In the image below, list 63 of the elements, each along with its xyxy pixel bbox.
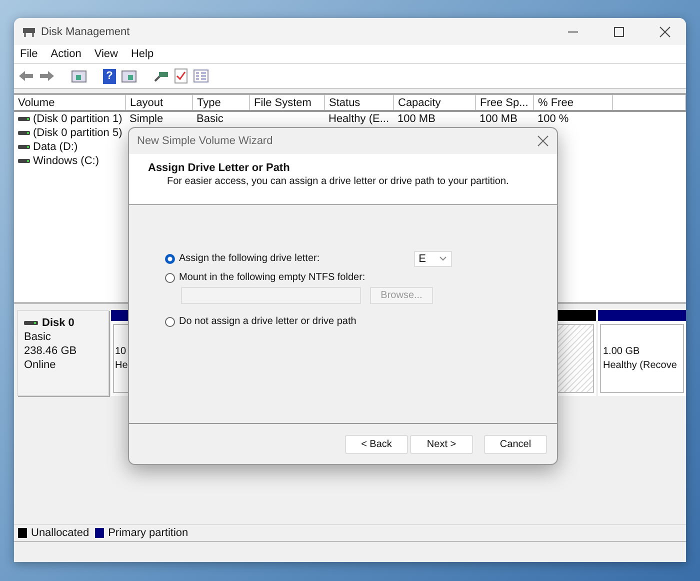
- menu-item[interactable]: Action: [50, 48, 82, 60]
- drive-connector-icon[interactable]: [153, 69, 169, 83]
- partition-block[interactable]: 1.00 GB Healthy (Recove: [598, 310, 686, 396]
- column-header[interactable]: Status: [324, 95, 394, 111]
- volume-name: (Disk 0 partition 1): [33, 112, 122, 124]
- dialog-subheading: For easier access, you can assign a drive letter or drive path to your partition.: [166, 176, 510, 187]
- help-icon[interactable]: ?: [103, 68, 116, 84]
- table-cell: 100 MB: [398, 113, 436, 125]
- table-cell: Simple: [130, 113, 164, 125]
- disk-type: Basic: [24, 330, 52, 344]
- dialog-title: New Simple Volume Wizard: [137, 135, 273, 147]
- close-icon[interactable]: [658, 26, 672, 38]
- drive-icon: [18, 114, 30, 122]
- column-header[interactable]: Type: [192, 95, 250, 111]
- menu-item[interactable]: Help: [130, 48, 154, 60]
- window-title: Disk Management: [41, 26, 130, 38]
- partition-text: Healthy (Recove: [603, 359, 678, 373]
- panel-icon[interactable]: [121, 69, 137, 83]
- legend-label: Unallocated: [31, 527, 90, 539]
- partition-text: 10: [115, 345, 128, 359]
- column-header[interactable]: Volume: [14, 95, 126, 111]
- column-header[interactable]: Capacity: [394, 95, 476, 111]
- option-label[interactable]: Assign the following drive letter:: [179, 253, 320, 264]
- drive-icon: [18, 128, 30, 136]
- dialog-heading: Assign Drive Letter or Path: [148, 162, 291, 174]
- forward-arrow-icon[interactable]: [39, 70, 55, 82]
- disk-size: 238.46 GB: [24, 344, 78, 358]
- column-header[interactable]: File System: [250, 95, 324, 111]
- chevron-down-icon: [438, 256, 447, 261]
- maximize-icon[interactable]: [612, 26, 626, 38]
- dialog-button[interactable]: Cancel: [484, 434, 547, 454]
- partition-text: 1.00 GB: [603, 345, 641, 359]
- drive-letter-dropdown[interactable]: E: [414, 250, 452, 266]
- dialog-button[interactable]: Next >: [410, 434, 473, 454]
- volume-name: Windows (C:): [33, 154, 100, 166]
- menu-item[interactable]: View: [94, 48, 118, 60]
- table-cell: 100 MB: [480, 113, 518, 125]
- table-cell: Healthy (E...: [328, 113, 390, 125]
- back-arrow-icon[interactable]: [18, 70, 34, 82]
- table-cell: Basic: [196, 113, 224, 125]
- checklist-icon[interactable]: [174, 68, 188, 84]
- legend-label: Primary partition: [108, 527, 188, 539]
- column-header[interactable]: % Free: [534, 95, 612, 111]
- radio-button[interactable]: [165, 254, 175, 264]
- properties-icon[interactable]: [193, 69, 209, 83]
- radio-button[interactable]: [165, 316, 175, 326]
- volume-name: (Disk 0 partition 5): [33, 126, 122, 138]
- column-header[interactable]: Layout: [126, 95, 192, 111]
- volume-name: Data (D:): [33, 140, 78, 152]
- dialog-button[interactable]: < Back: [345, 434, 408, 454]
- drive-icon: [18, 142, 30, 150]
- drive-icon: [18, 156, 30, 164]
- disk-name: Disk 0: [42, 316, 74, 330]
- table-cell: 100 %: [538, 113, 569, 125]
- partition-text: He: [115, 359, 129, 373]
- menu-item[interactable]: File: [20, 48, 38, 60]
- disk-management-icon: [22, 26, 36, 38]
- close-icon[interactable]: [537, 135, 549, 147]
- disk-status: Online: [24, 358, 57, 372]
- option-label[interactable]: Do not assign a drive letter or drive path: [179, 316, 356, 327]
- drive-icon: [24, 319, 38, 327]
- panel-icon[interactable]: [71, 69, 87, 83]
- column-header[interactable]: Free Sp...: [476, 95, 534, 111]
